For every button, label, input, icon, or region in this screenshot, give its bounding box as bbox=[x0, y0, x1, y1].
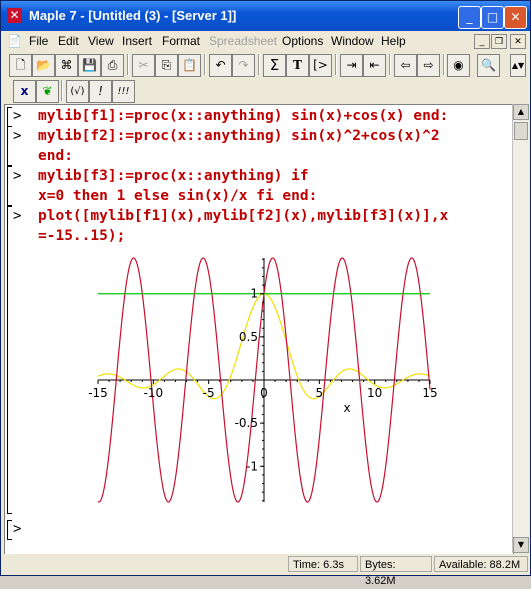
main-toolbar: 🗋 📂 ⌘ 💾 ⎙ ✂ ⎘ 📋 ↶ ↷ Σ T [> ⇥ ⇤ ⇦ ⇨ ◉ 🔍 ▲… bbox=[1, 52, 530, 78]
status-time: Time: 6.3s bbox=[288, 556, 358, 572]
toolbar-separator bbox=[127, 54, 129, 75]
redo-icon[interactable]: ↷ bbox=[232, 54, 255, 77]
sum-icon[interactable]: Σ bbox=[263, 54, 286, 77]
status-bytes: Bytes: 3.62M bbox=[360, 556, 432, 587]
open-icon[interactable]: 📂 bbox=[32, 54, 55, 77]
text-icon[interactable]: T bbox=[286, 54, 309, 77]
child-close-button[interactable]: ✕ bbox=[510, 34, 526, 49]
toolbar-separator bbox=[335, 54, 337, 75]
x-tick-label: -15 bbox=[88, 386, 108, 400]
x-axis-label: x bbox=[343, 401, 350, 415]
save-icon[interactable]: 💾 bbox=[78, 54, 101, 77]
worksheet[interactable]: > mylib[f1]:=proc(x::anything) sin(x)+co… bbox=[4, 104, 514, 555]
menu-edit[interactable]: Edit bbox=[58, 34, 79, 48]
y-tick-label: -1 bbox=[246, 459, 258, 473]
back-arrow-icon[interactable]: ⇦ bbox=[394, 54, 417, 77]
maple-leaf-icon[interactable]: ❦ bbox=[36, 80, 59, 103]
prompt: > bbox=[13, 208, 22, 224]
input-line[interactable]: mylib[f3]:=proc(x::anything) if bbox=[38, 166, 309, 186]
menu-view[interactable]: View bbox=[88, 34, 114, 48]
open-url-icon[interactable]: ⌘ bbox=[55, 54, 78, 77]
forward-arrow-icon[interactable]: ⇨ bbox=[417, 54, 440, 77]
new-icon[interactable]: 🗋 bbox=[9, 54, 32, 77]
input-line[interactable]: =-15..15); bbox=[38, 226, 125, 246]
toolbar-separator bbox=[389, 54, 391, 75]
y-tick-label: 0.5 bbox=[239, 330, 258, 344]
maximize-button[interactable]: □ bbox=[481, 6, 504, 29]
x-tick-label: 0 bbox=[260, 386, 268, 400]
math-x-icon[interactable]: x bbox=[13, 80, 36, 103]
undo-icon[interactable]: ↶ bbox=[209, 54, 232, 77]
input-line[interactable]: plot([mylib[f1](x),mylib[f2](x),mylib[f3… bbox=[38, 206, 448, 226]
minimize-button[interactable]: _ bbox=[458, 6, 481, 29]
prompt: > bbox=[13, 108, 22, 124]
indent-icon[interactable]: ⇥ bbox=[340, 54, 363, 77]
menu-bar: 📄 File Edit View Insert Format Spreadshe… bbox=[1, 31, 530, 51]
close-button[interactable]: ✕ bbox=[504, 6, 527, 29]
stop-icon[interactable]: ◉ bbox=[447, 54, 470, 77]
toolbar-dropdown-icon[interactable]: ▲▼ bbox=[510, 54, 526, 77]
prompt: > bbox=[13, 168, 22, 184]
menu-help[interactable]: Help bbox=[381, 34, 406, 48]
menu-window[interactable]: Window bbox=[331, 34, 374, 48]
child-restore-button[interactable]: ❐ bbox=[491, 34, 507, 49]
status-bar: Time: 6.3s Bytes: 3.62M Available: 88.2M bbox=[1, 554, 530, 587]
group-bracket bbox=[7, 126, 12, 166]
copy-icon[interactable]: ⎘ bbox=[155, 54, 178, 77]
maple-x-icon[interactable]: ✕ bbox=[7, 8, 22, 23]
print-icon[interactable]: ⎙ bbox=[101, 54, 124, 77]
menu-options[interactable]: Options bbox=[282, 34, 323, 48]
status-available: Available: 88.2M bbox=[434, 556, 528, 572]
input-line[interactable]: end: bbox=[38, 146, 73, 166]
scroll-up-button[interactable]: ▲ bbox=[513, 104, 529, 120]
context-toolbar: x ❦ (√) ! !!! bbox=[1, 78, 530, 104]
vertical-scrollbar[interactable]: ▲ ▼ bbox=[512, 104, 529, 553]
execute-icon[interactable]: ! bbox=[89, 80, 112, 103]
x-tick-label: 5 bbox=[316, 386, 324, 400]
outdent-icon[interactable]: ⇤ bbox=[363, 54, 386, 77]
scroll-down-button[interactable]: ▼ bbox=[513, 537, 529, 553]
group-bracket bbox=[7, 520, 12, 540]
input-line[interactable]: mylib[f2]:=proc(x::anything) sin(x)^2+co… bbox=[38, 126, 440, 146]
plot-output[interactable]: -15 -10 -5 0 5 10 15 1 0.5 -0.5 -1 x bbox=[5, 250, 510, 510]
y-tick-label: -0.5 bbox=[235, 416, 258, 430]
x-tick-label: -5 bbox=[203, 386, 215, 400]
x-tick-label: 15 bbox=[422, 386, 437, 400]
zoom-icon[interactable]: 🔍 bbox=[477, 54, 500, 77]
input-line[interactable]: x=0 then 1 else sin(x)/x fi end: bbox=[38, 186, 317, 206]
toolbar-separator bbox=[61, 80, 63, 101]
check-syntax-icon[interactable]: (√) bbox=[66, 80, 89, 103]
group-bracket bbox=[7, 166, 12, 206]
cut-icon[interactable]: ✂ bbox=[132, 54, 155, 77]
toolbar-separator bbox=[204, 54, 206, 75]
child-minimize-button[interactable]: _ bbox=[474, 34, 490, 49]
menu-file[interactable]: File bbox=[29, 34, 48, 48]
input-line[interactable]: mylib[f1]:=proc(x::anything) sin(x)+cos(… bbox=[38, 106, 448, 126]
menu-insert[interactable]: Insert bbox=[122, 34, 152, 48]
prompt: > bbox=[13, 128, 22, 144]
x-tick-label: -10 bbox=[144, 386, 164, 400]
toolbar-separator bbox=[443, 54, 445, 75]
maple-window: ✕ Maple 7 - [Untitled (3) - [Server 1]] … bbox=[0, 0, 531, 587]
toolbar-separator bbox=[258, 54, 260, 75]
group-bracket bbox=[7, 107, 12, 127]
title-bar[interactable]: ✕ Maple 7 - [Untitled (3) - [Server 1]] … bbox=[1, 1, 530, 31]
execute-all-icon[interactable]: !!! bbox=[112, 80, 135, 103]
menu-format[interactable]: Format bbox=[162, 34, 200, 48]
execute-prompt-icon[interactable]: [> bbox=[309, 54, 332, 77]
paste-icon[interactable]: 📋 bbox=[178, 54, 201, 77]
y-tick-label: 1 bbox=[250, 287, 258, 301]
document-icon[interactable]: 📄 bbox=[7, 34, 22, 48]
scroll-thumb[interactable] bbox=[514, 122, 528, 140]
x-tick-label: 10 bbox=[367, 386, 382, 400]
menu-spreadsheet[interactable]: Spreadsheet bbox=[209, 34, 277, 48]
prompt: > bbox=[13, 521, 22, 537]
window-title: Maple 7 - [Untitled (3) - [Server 1]] bbox=[29, 8, 237, 23]
